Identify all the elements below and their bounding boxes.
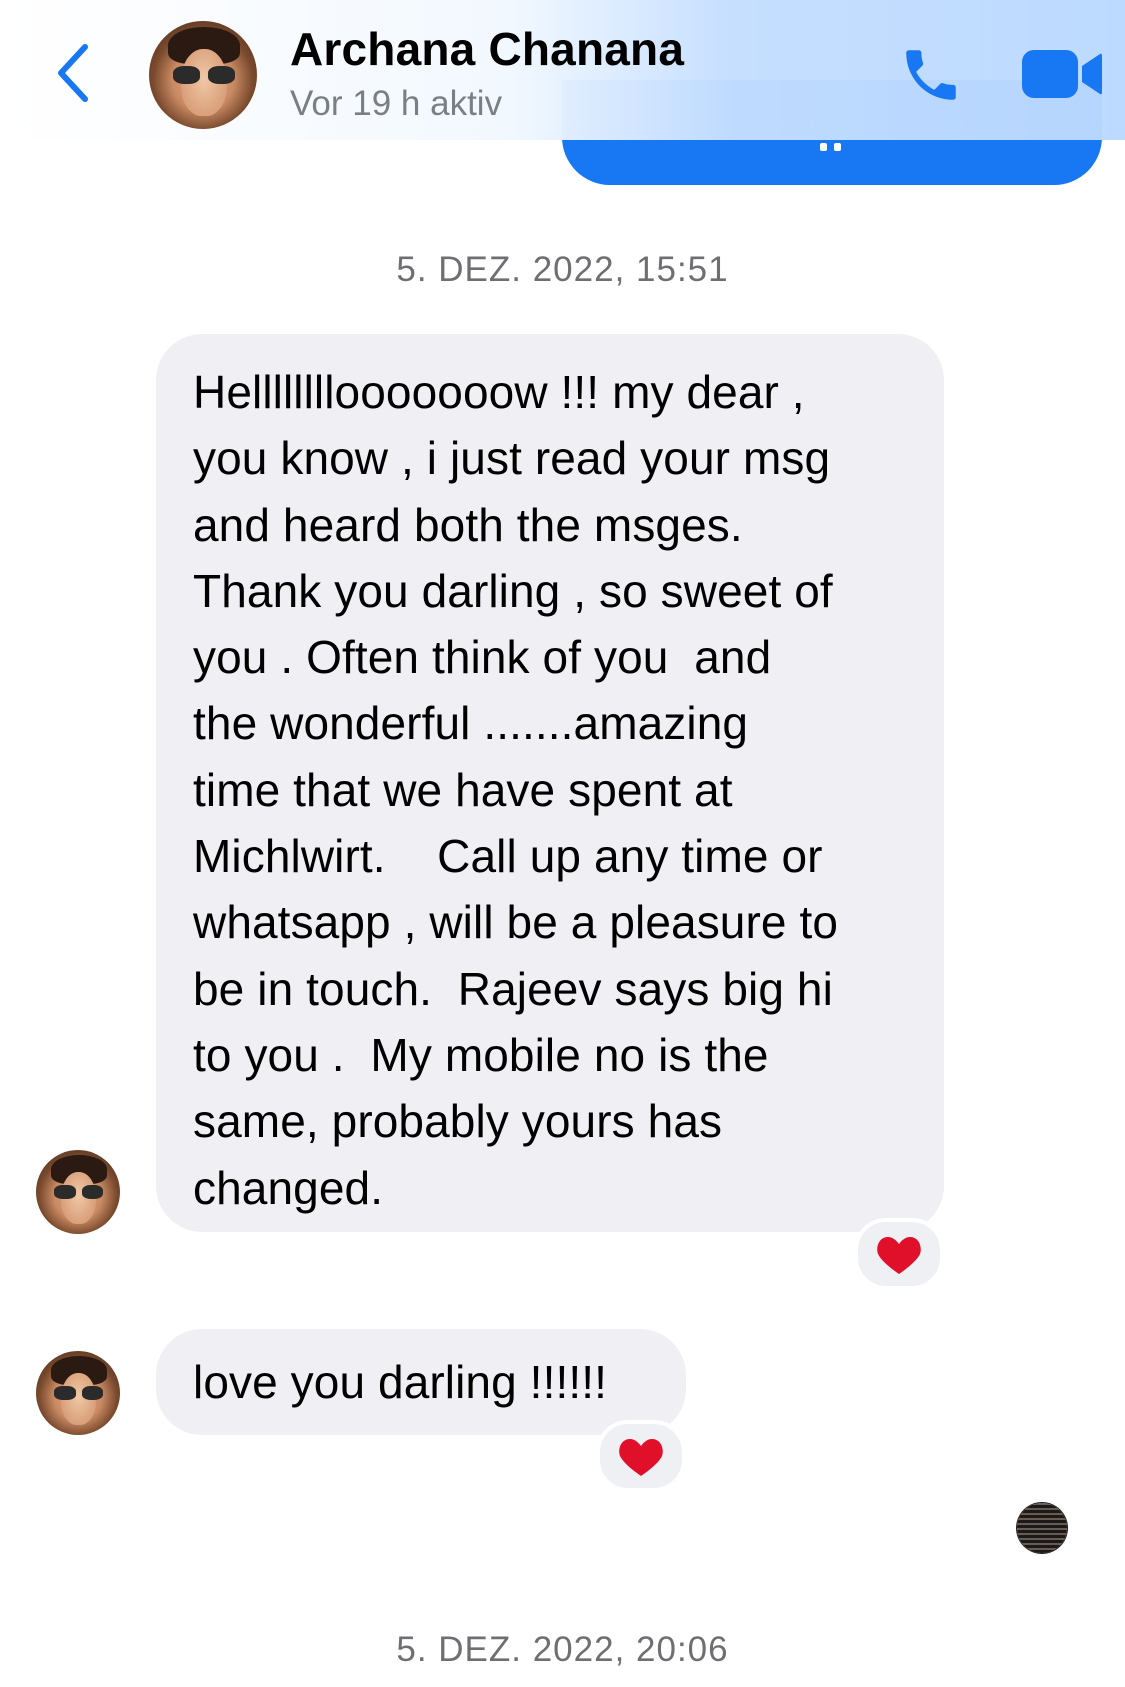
message-timestamp: 5. DEZ. 2022, 15:51 [396,250,729,289]
sender-avatar[interactable] [36,1351,120,1435]
heart-icon [619,1439,663,1476]
message-text: love you darling !!!!!! [193,1356,607,1408]
video-call-button[interactable] [1020,46,1104,102]
active-status: Vor 19 h aktiv [290,84,503,123]
incoming-message-bubble[interactable]: love you darling !!!!!! [156,1329,686,1435]
reaction-badge[interactable] [596,1420,686,1492]
back-button[interactable] [48,38,98,108]
heart-icon [877,1237,921,1274]
incoming-message-bubble[interactable]: Hellllllllooooooow !!! my dear , you kno… [156,334,944,1232]
conversation-header: Archana Chanana Vor 19 h aktiv [0,0,1125,140]
chevron-left-icon [58,44,88,102]
contact-name[interactable]: Archana Chanana [290,22,684,76]
contact-avatar[interactable] [149,21,257,129]
reaction-badge[interactable] [854,1218,944,1290]
phone-icon [906,50,956,100]
message-timestamp: 5. DEZ. 2022, 20:06 [396,1630,729,1669]
message-fragment [820,143,842,151]
seen-indicator-avatar [1017,1503,1067,1553]
message-text: Hellllllllooooooow !!! my dear , you kno… [193,366,839,1214]
video-camera-icon [1022,50,1102,98]
audio-call-button[interactable] [898,42,964,108]
sender-avatar[interactable] [36,1150,120,1234]
